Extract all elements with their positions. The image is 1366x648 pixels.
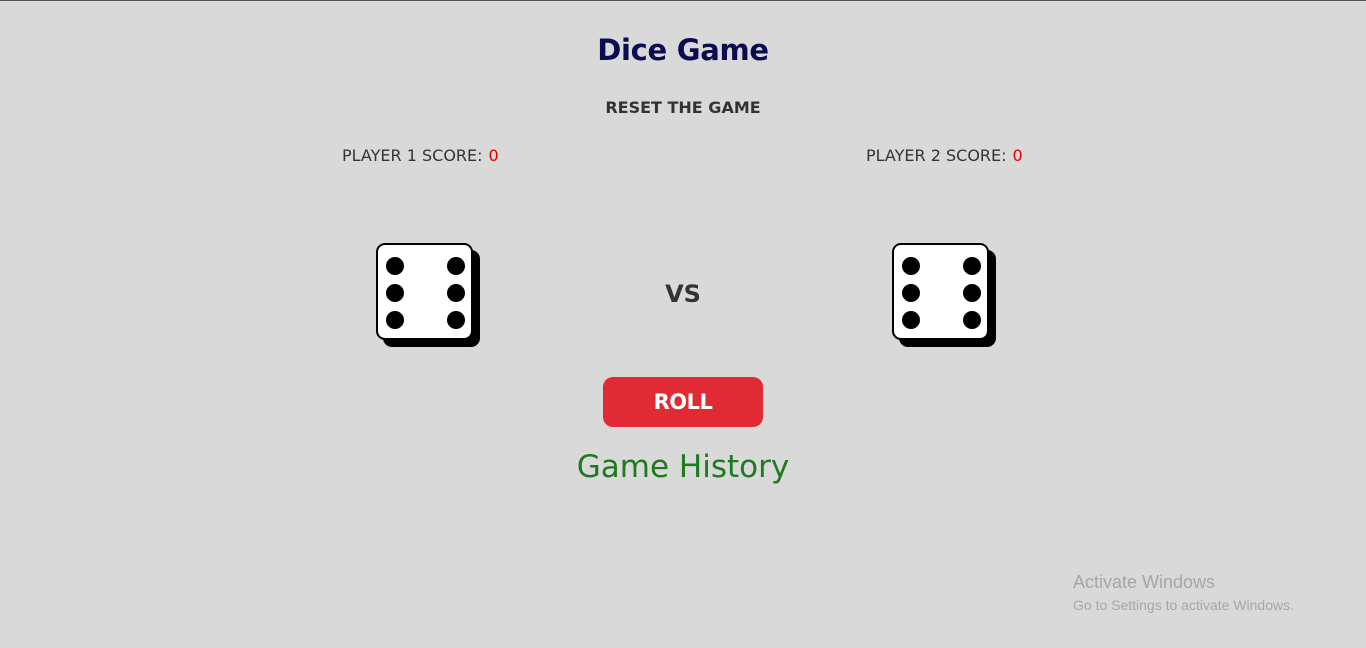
player-2-die-icon — [892, 243, 989, 340]
page-title: Dice Game — [597, 33, 769, 67]
player-2-score-label: PLAYER 2 SCORE: — [866, 146, 1007, 165]
reset-game-button[interactable]: RESET THE GAME — [583, 98, 783, 117]
die-pip — [963, 284, 981, 302]
die-pip — [963, 257, 981, 275]
game-history-title: Game History — [576, 449, 790, 485]
die-pip — [447, 257, 465, 275]
player-1-score-label: PLAYER 1 SCORE: — [342, 146, 483, 165]
watermark-title: Activate Windows — [1073, 572, 1216, 592]
activate-windows-watermark: Activate Windows Go to Settings to activ… — [1073, 572, 1294, 613]
die-pip — [963, 311, 981, 329]
die-pip — [902, 311, 920, 329]
die-pip — [386, 311, 404, 329]
roll-button[interactable]: ROLL — [603, 377, 763, 427]
watermark-subtitle: Go to Settings to activate Windows. — [1073, 597, 1294, 613]
die-pip — [902, 284, 920, 302]
player-2-score: PLAYER 2 SCORE: 0 — [866, 146, 1023, 165]
player-1-score: PLAYER 1 SCORE: 0 — [342, 146, 499, 165]
player-1-score-value: 0 — [488, 146, 499, 165]
versus-label: VS — [665, 280, 701, 308]
die-pip — [447, 311, 465, 329]
die-pip — [386, 257, 404, 275]
player-2-score-value: 0 — [1012, 146, 1023, 165]
die-pip — [902, 257, 920, 275]
